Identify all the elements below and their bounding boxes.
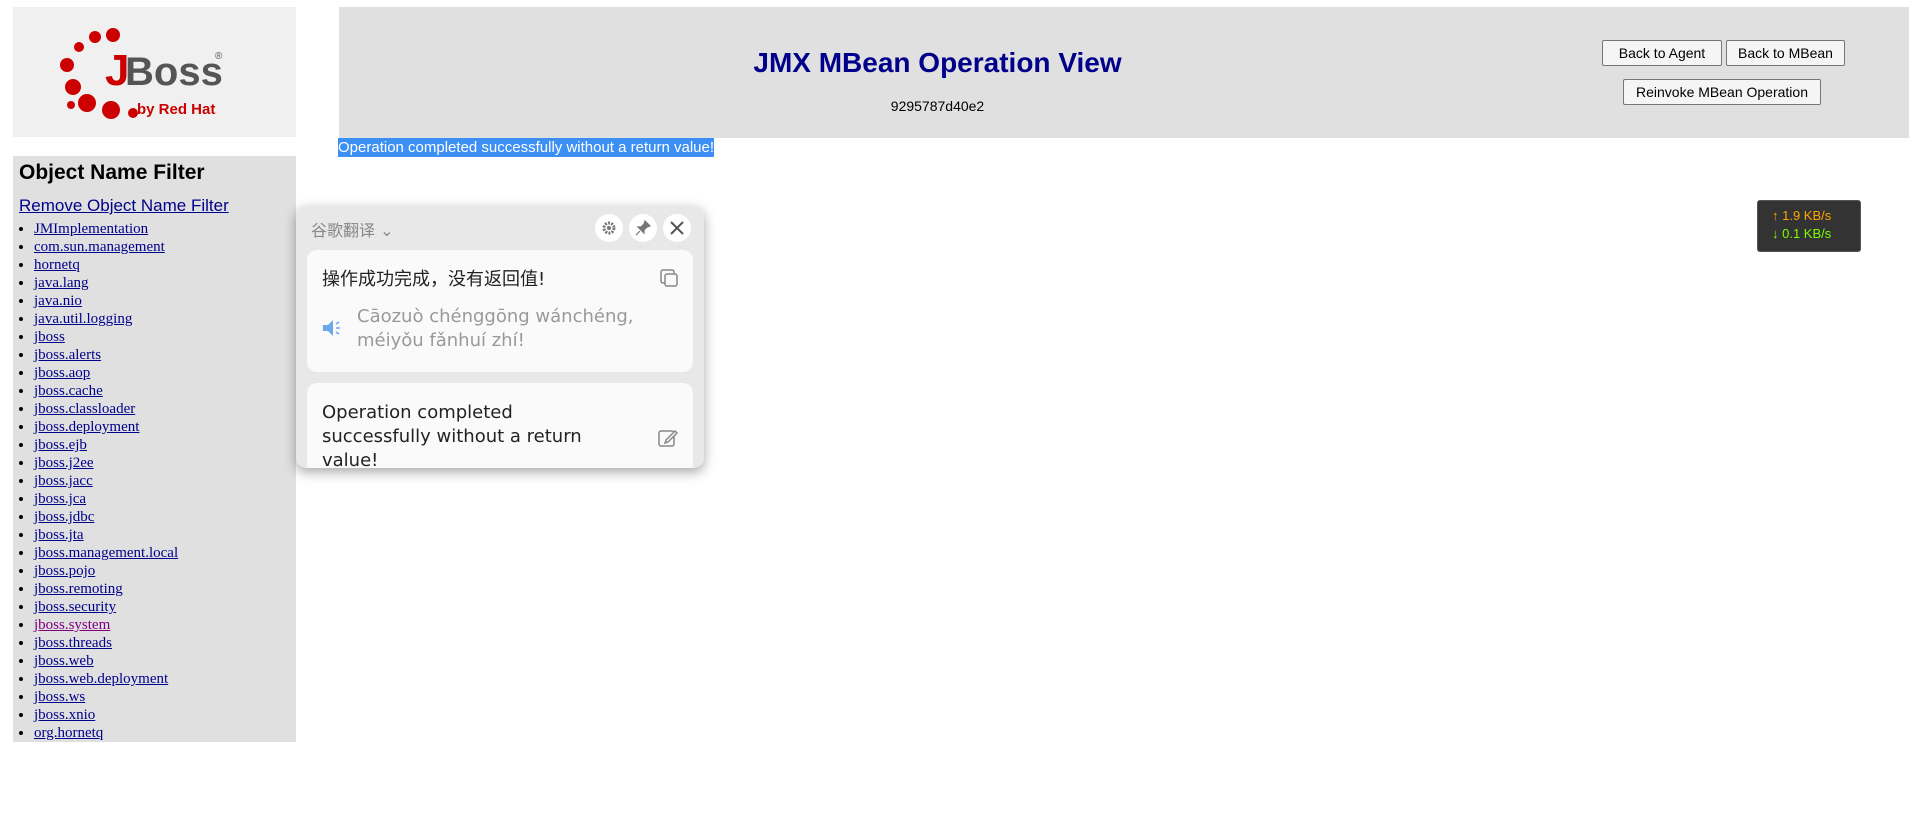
domain-link[interactable]: java.nio — [34, 293, 82, 309]
domain-list-item: org.hornetq — [34, 724, 178, 742]
domain-list-item: jboss.jta — [34, 526, 178, 544]
domain-link[interactable]: jboss.web.deployment — [34, 671, 168, 687]
logo-registered-mark: ® — [215, 51, 223, 62]
domain-link[interactable]: jboss.deployment — [34, 419, 139, 435]
domain-link[interactable]: jboss.aop — [34, 365, 90, 381]
logo-byline: by Red Hat — [137, 101, 215, 118]
page-title: JMX MBean Operation View — [753, 47, 1122, 78]
domain-list-item: jboss.cache — [34, 382, 178, 400]
domain-list-item: jboss.management.local — [34, 544, 178, 562]
domain-list-item: jboss.security — [34, 598, 178, 616]
domain-list-item: java.lang — [34, 274, 178, 292]
domain-link[interactable]: jboss.security — [34, 599, 116, 615]
domain-link[interactable]: jboss.xnio — [34, 707, 95, 723]
domain-link[interactable]: java.util.logging — [34, 311, 132, 327]
reinvoke-operation-button[interactable]: Reinvoke MBean Operation — [1623, 79, 1821, 105]
domain-list-item: jboss.j2ee — [34, 454, 178, 472]
jboss-logo-graphic: J Boss ® by Red Hat — [60, 28, 223, 119]
domain-list-item: jboss.alerts — [34, 346, 178, 364]
source-text: 操作成功完成，没有返回值! — [322, 269, 546, 290]
domain-link[interactable]: jboss.threads — [34, 635, 112, 651]
network-speed-widget: ↑ 1.9 KB/s ↓ 0.1 KB/s — [1757, 200, 1861, 252]
domain-list-item: jboss.aop — [34, 364, 178, 382]
operation-status-message: Operation completed successfully without… — [338, 138, 715, 157]
domain-list-item: com.sun.management — [34, 238, 178, 256]
settings-icon[interactable] — [595, 214, 623, 242]
domain-link[interactable]: jboss.classloader — [34, 401, 135, 417]
domain-link[interactable]: jboss.jacc — [34, 473, 93, 489]
logo-boss-text: Boss — [125, 50, 223, 94]
upload-speed: ↑ 1.9 KB/s — [1772, 208, 1832, 223]
remove-filter-link[interactable]: Remove Object Name Filter — [19, 196, 229, 216]
domain-list-item: jboss.xnio — [34, 706, 178, 724]
domain-link[interactable]: jboss.ws — [34, 689, 85, 705]
domain-list-item: jboss.web — [34, 652, 178, 670]
page-header: JMX MBean Operation View 9295787d40e2 Ba… — [339, 7, 1909, 138]
domain-link[interactable]: jboss.system — [34, 617, 110, 633]
domain-list-item: jboss — [34, 328, 178, 346]
domain-list-item: hornetq — [34, 256, 178, 274]
domain-link[interactable]: jboss.j2ee — [34, 455, 94, 471]
domain-list-item: jboss.jca — [34, 490, 178, 508]
domain-list-item: jboss.jdbc — [34, 508, 178, 526]
domain-list-item: jboss.ws — [34, 688, 178, 706]
domain-link[interactable]: jboss.jta — [34, 527, 84, 543]
domain-link[interactable]: jboss.jca — [34, 491, 86, 507]
domain-link[interactable]: jboss.jdbc — [34, 509, 94, 525]
back-to-agent-button[interactable]: Back to Agent — [1602, 40, 1722, 66]
back-to-mbean-button[interactable]: Back to MBean — [1726, 40, 1845, 66]
domain-list-item: jboss.web.deployment — [34, 670, 178, 688]
domain-list-item: jboss.remoting — [34, 580, 178, 598]
domain-list-item: jboss.jacc — [34, 472, 178, 490]
jboss-logo: J Boss ® by Red Hat — [13, 7, 296, 137]
domain-link[interactable]: org.hornetq — [34, 725, 103, 741]
close-icon[interactable] — [663, 214, 691, 242]
translator-service-select[interactable]: 谷歌翻译 ⌄ — [311, 217, 394, 241]
domain-link[interactable]: java.lang — [34, 275, 89, 291]
domain-list-item: jboss.classloader — [34, 400, 178, 418]
domain-link[interactable]: jboss — [34, 329, 65, 345]
domain-link[interactable]: jboss.web — [34, 653, 94, 669]
object-name-filter-panel: Object Name Filter Remove Object Name Fi… — [13, 156, 296, 742]
translation-card: Operation completed successfully without… — [307, 383, 693, 468]
filter-heading: Object Name Filter — [19, 161, 205, 184]
host-id: 9295787d40e2 — [890, 98, 985, 114]
domain-link[interactable]: jboss.cache — [34, 383, 103, 399]
domain-link[interactable]: jboss.alerts — [34, 347, 101, 363]
domain-link[interactable]: JMImplementation — [34, 221, 148, 237]
domain-list-item: jboss.ejb — [34, 436, 178, 454]
download-speed: ↓ 0.1 KB/s — [1772, 226, 1832, 241]
domain-link[interactable]: jboss.pojo — [34, 563, 95, 579]
domain-list-item: jboss.system — [34, 616, 178, 634]
domain-list-item: jboss.pojo — [34, 562, 178, 580]
domain-link[interactable]: hornetq — [34, 257, 80, 273]
domain-list: JMImplementation com.sun.management hornet… — [13, 220, 178, 742]
copy-icon[interactable] — [659, 268, 679, 292]
source-text-card: 操作成功完成，没有返回值! Cāozuò chénggōng wánchéng,… — [307, 250, 693, 372]
domain-link[interactable]: jboss.ejb — [34, 437, 87, 453]
domain-list-item: java.nio — [34, 292, 178, 310]
edit-icon[interactable] — [657, 427, 679, 453]
pinyin-text: Cāozuò chénggōng wánchéng, méiyǒu fǎnhuí… — [357, 306, 634, 351]
domain-list-item: JMImplementation — [34, 220, 178, 238]
translator-popup: 谷歌翻译 ⌄ 操作成功完成，没有返回值! Cāozuò chénggōng wá… — [296, 206, 704, 468]
translation-text: Operation completed successfully without… — [322, 402, 582, 468]
pin-icon[interactable] — [629, 214, 657, 242]
domain-list-item: jboss.deployment — [34, 418, 178, 436]
domain-link[interactable]: jboss.management.local — [34, 545, 178, 561]
speaker-icon[interactable] — [320, 316, 344, 344]
domain-link[interactable]: jboss.remoting — [34, 581, 123, 597]
domain-link[interactable]: com.sun.management — [34, 239, 165, 255]
domain-list-item: jboss.threads — [34, 634, 178, 652]
domain-list-item: java.util.logging — [34, 310, 178, 328]
